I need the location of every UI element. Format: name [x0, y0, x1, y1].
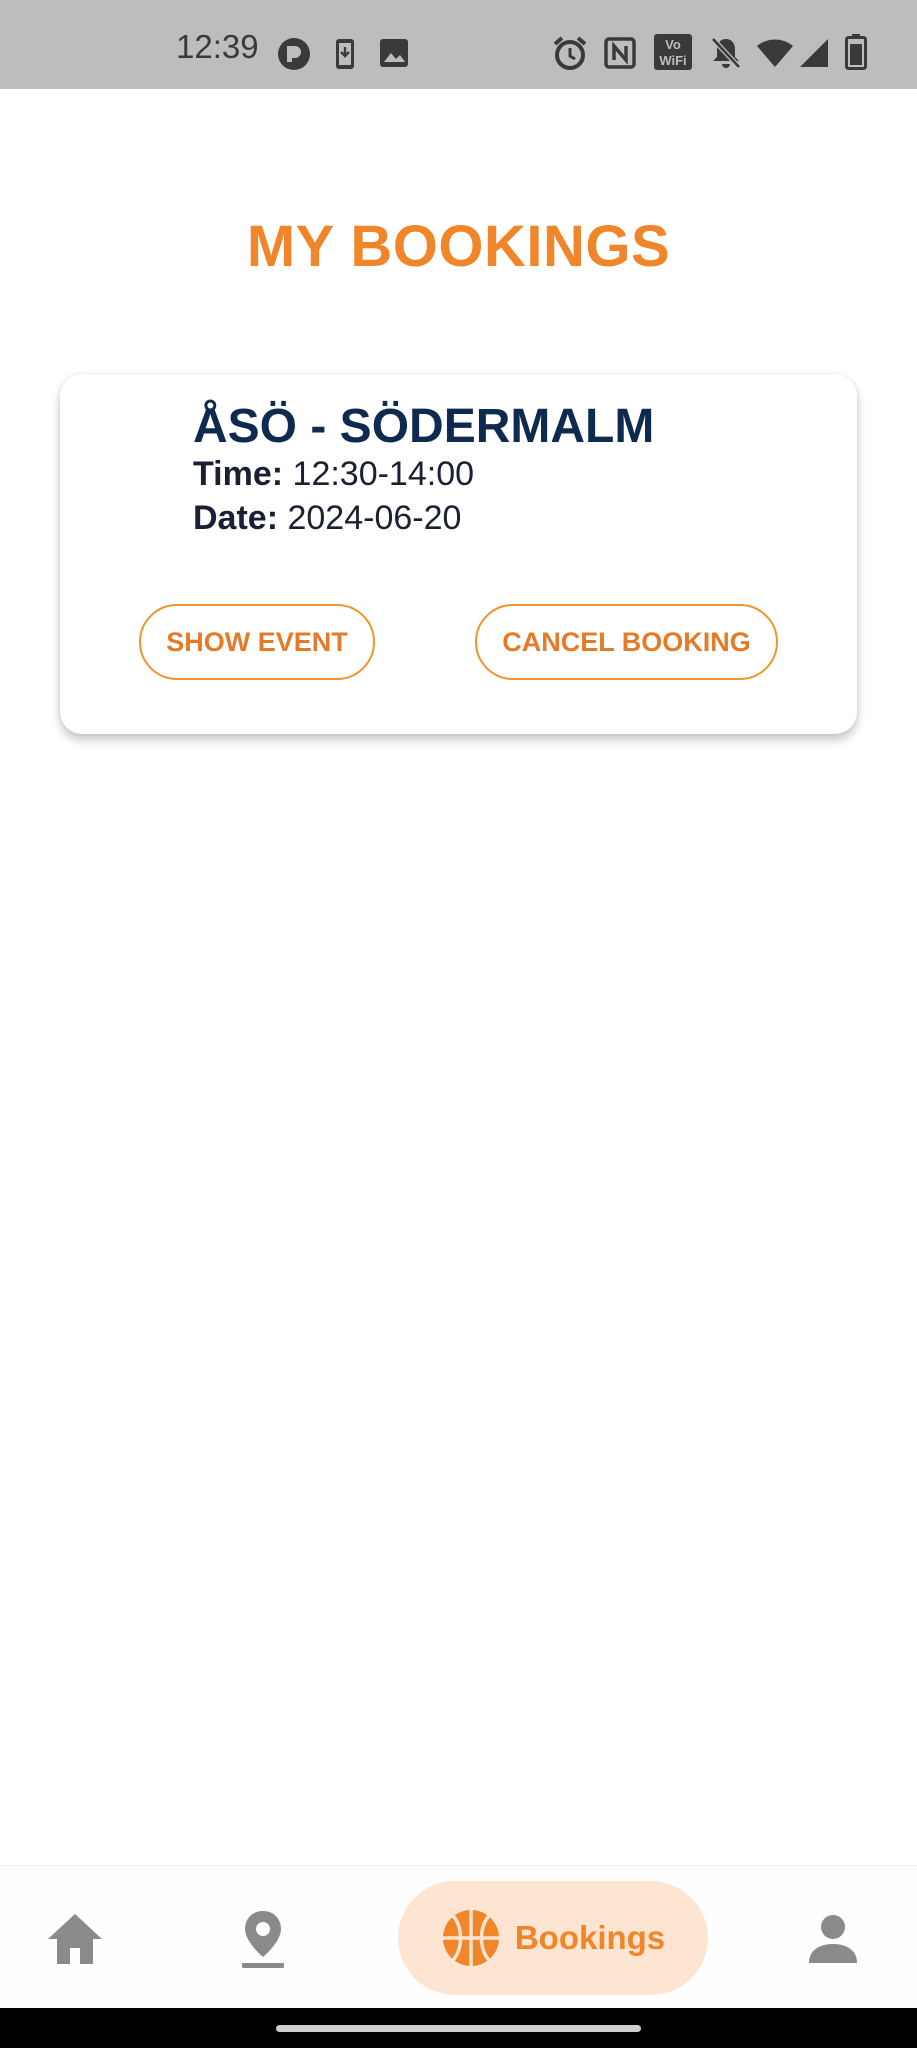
home-gesture-handle[interactable]: [276, 2025, 641, 2032]
date-value: 2024-06-20: [287, 499, 462, 537]
nav-map[interactable]: [228, 1904, 298, 1974]
alarm-icon: [553, 36, 587, 70]
status-bar: 12:39 Vo WiFi: [0, 0, 917, 89]
bell-off-icon: [711, 37, 741, 69]
app-notification-icon: [278, 38, 310, 70]
wifi-icon: [757, 39, 793, 67]
nav-bookings-label: Bookings: [514, 1919, 666, 1956]
map-pin-icon: [242, 1911, 284, 1968]
nav-bookings[interactable]: Bookings: [398, 1881, 708, 1995]
home-icon: [48, 1914, 102, 1964]
signal-icon: [800, 39, 828, 67]
date-label: Date:: [193, 499, 279, 537]
cancel-booking-button[interactable]: CANCEL BOOKING: [475, 604, 778, 680]
phone-download-icon: [336, 39, 354, 69]
svg-text:WiFi: WiFi: [659, 53, 686, 68]
page-title: MY BOOKINGS: [246, 214, 671, 279]
battery-icon: [845, 34, 867, 70]
show-event-button[interactable]: SHOW EVENT: [139, 604, 375, 680]
nfc-icon: [604, 37, 636, 69]
nav-profile[interactable]: [798, 1904, 868, 1974]
basketball-icon: [442, 1910, 499, 1966]
booking-card: ÅSÖ - SÖDERMALM Time: 12:30-14:00 Date: …: [60, 374, 857, 734]
bottom-nav: Bookings: [0, 1865, 917, 2009]
gesture-bar: [0, 2008, 917, 2048]
booking-time: Time: 12:30-14:00: [193, 454, 474, 495]
image-icon: [380, 39, 408, 67]
nav-home[interactable]: [40, 1904, 110, 1974]
svg-text:Vo: Vo: [665, 37, 681, 52]
time-label: Time:: [193, 455, 284, 493]
event-name: ÅSÖ - SÖDERMALM: [193, 400, 655, 453]
status-time: 12:39: [176, 28, 259, 65]
person-icon: [809, 1915, 857, 1963]
vowifi-icon: Vo WiFi: [654, 34, 692, 70]
booking-date: Date: 2024-06-20: [193, 498, 461, 539]
time-value: 12:30-14:00: [292, 455, 475, 493]
